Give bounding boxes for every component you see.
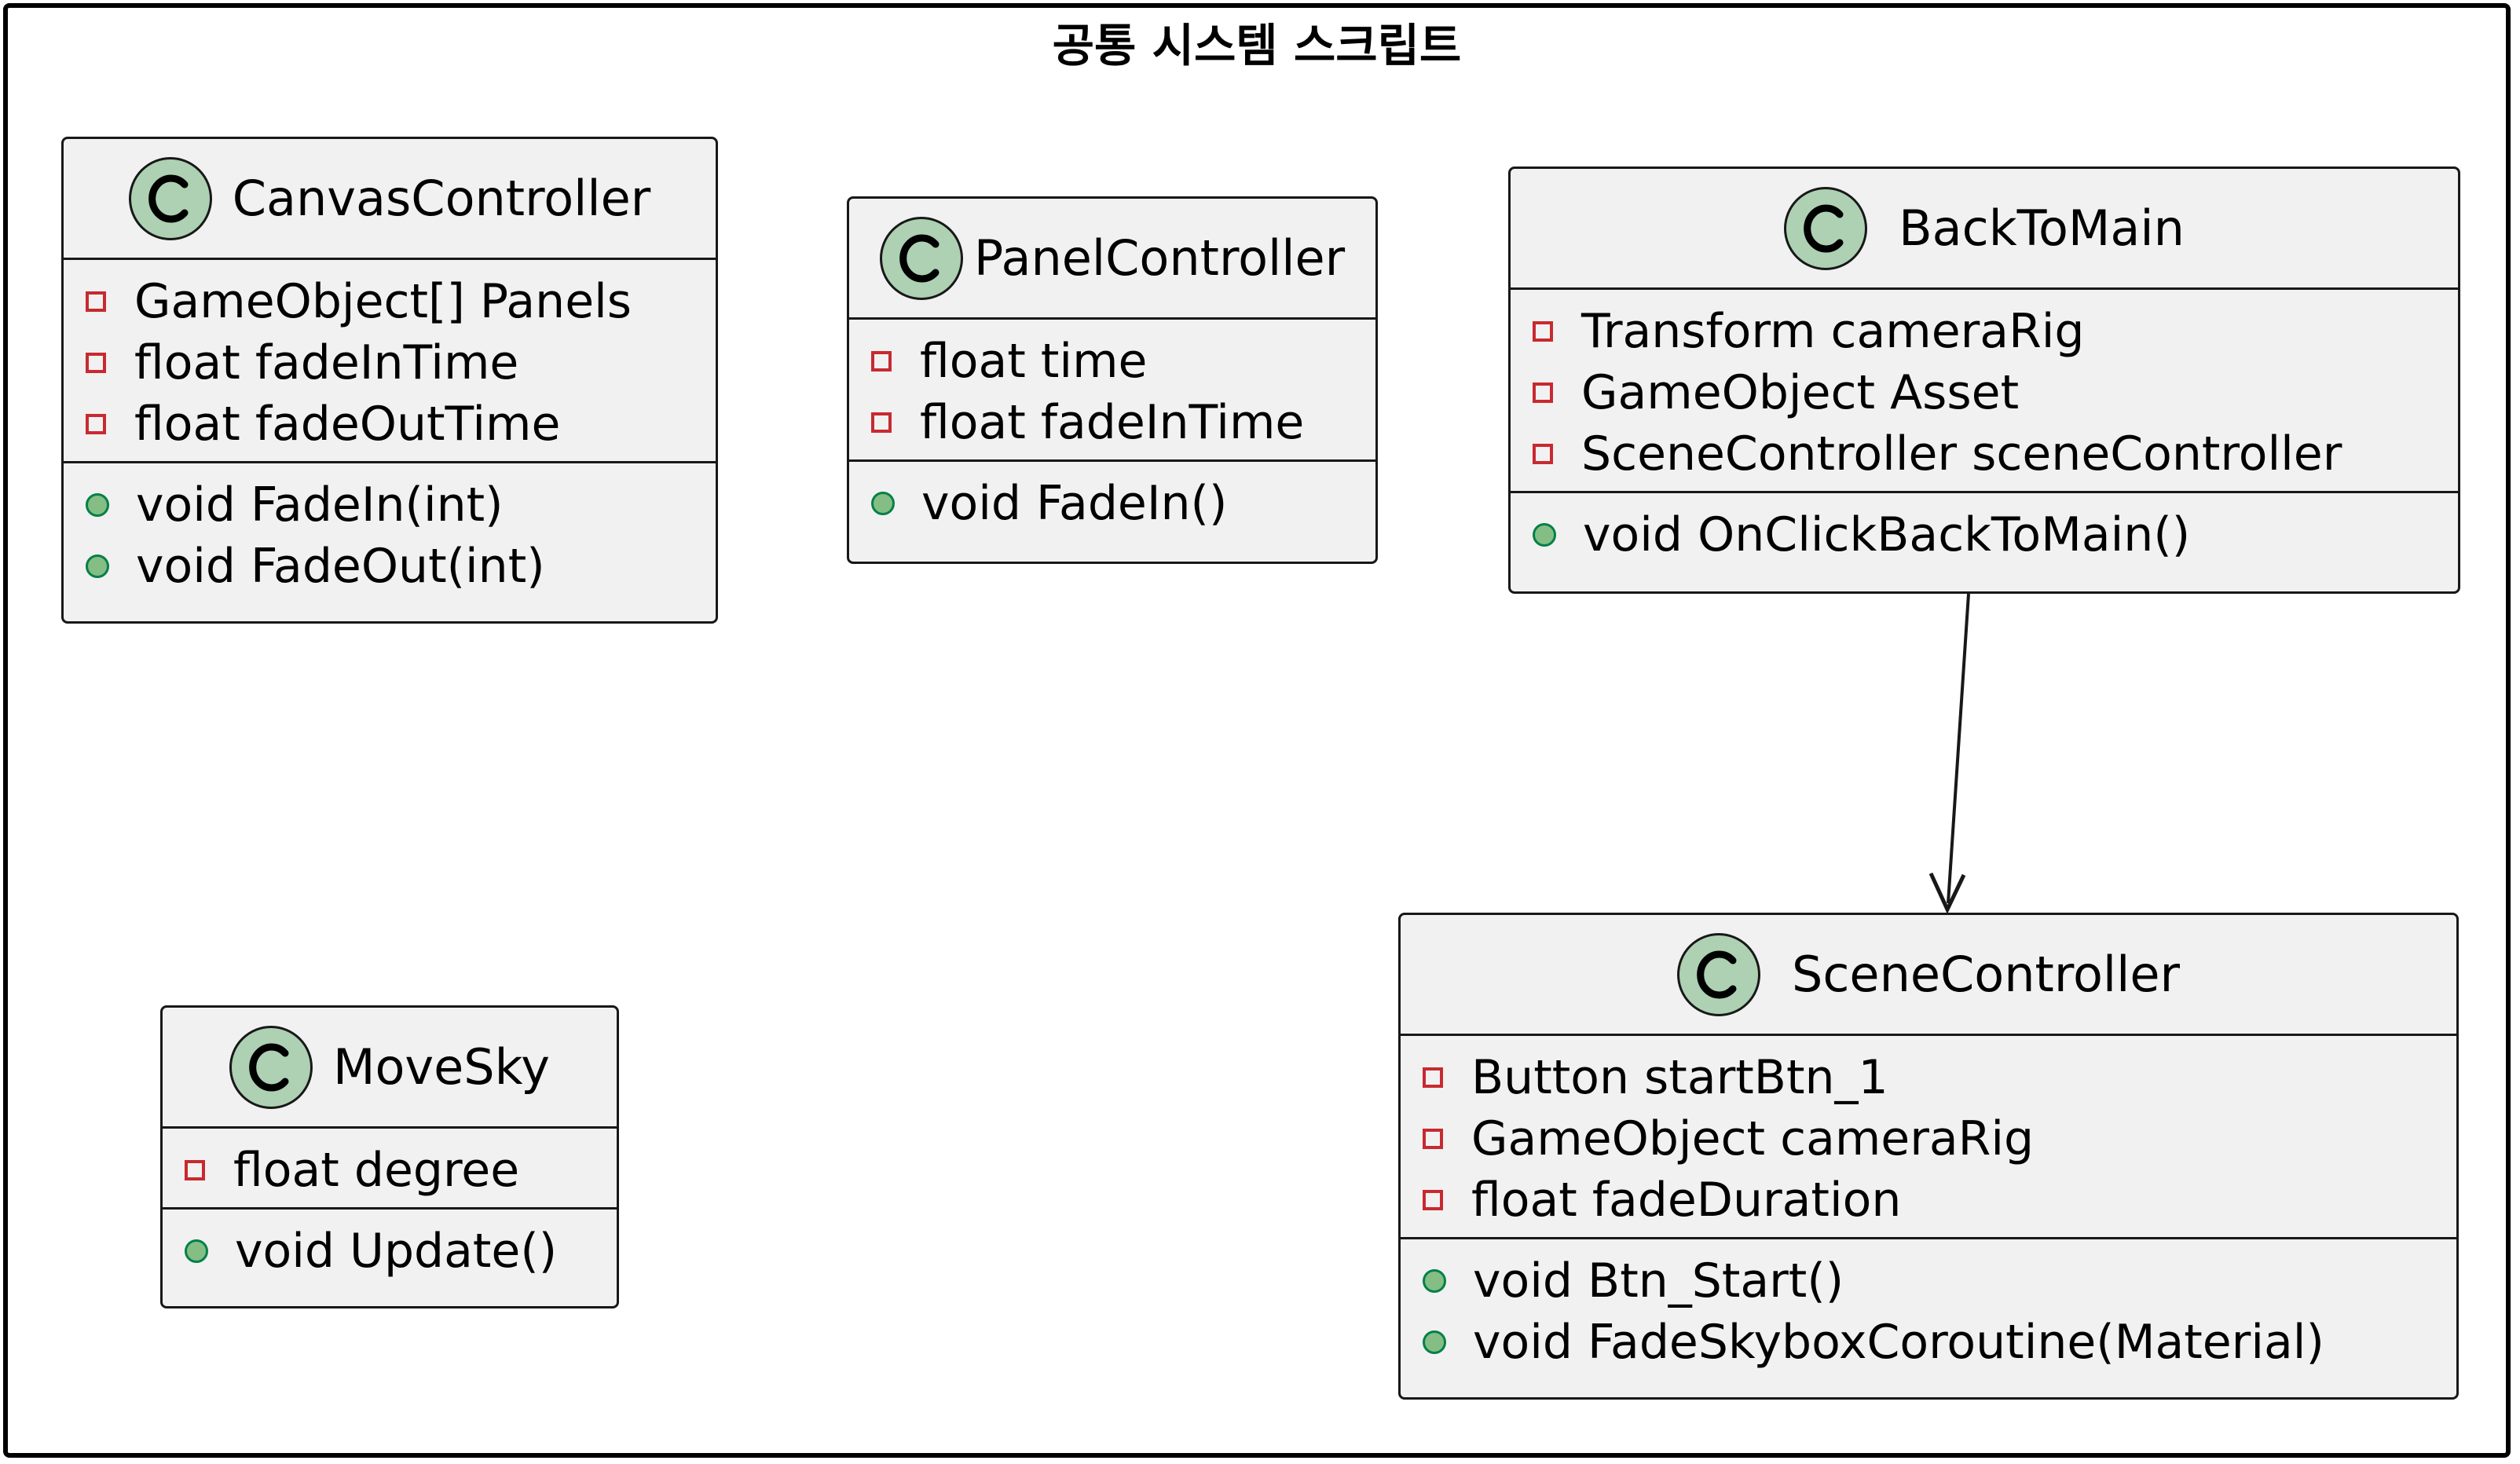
association-arrow: [1928, 593, 1970, 914]
arrow-line: [1947, 593, 1970, 904]
